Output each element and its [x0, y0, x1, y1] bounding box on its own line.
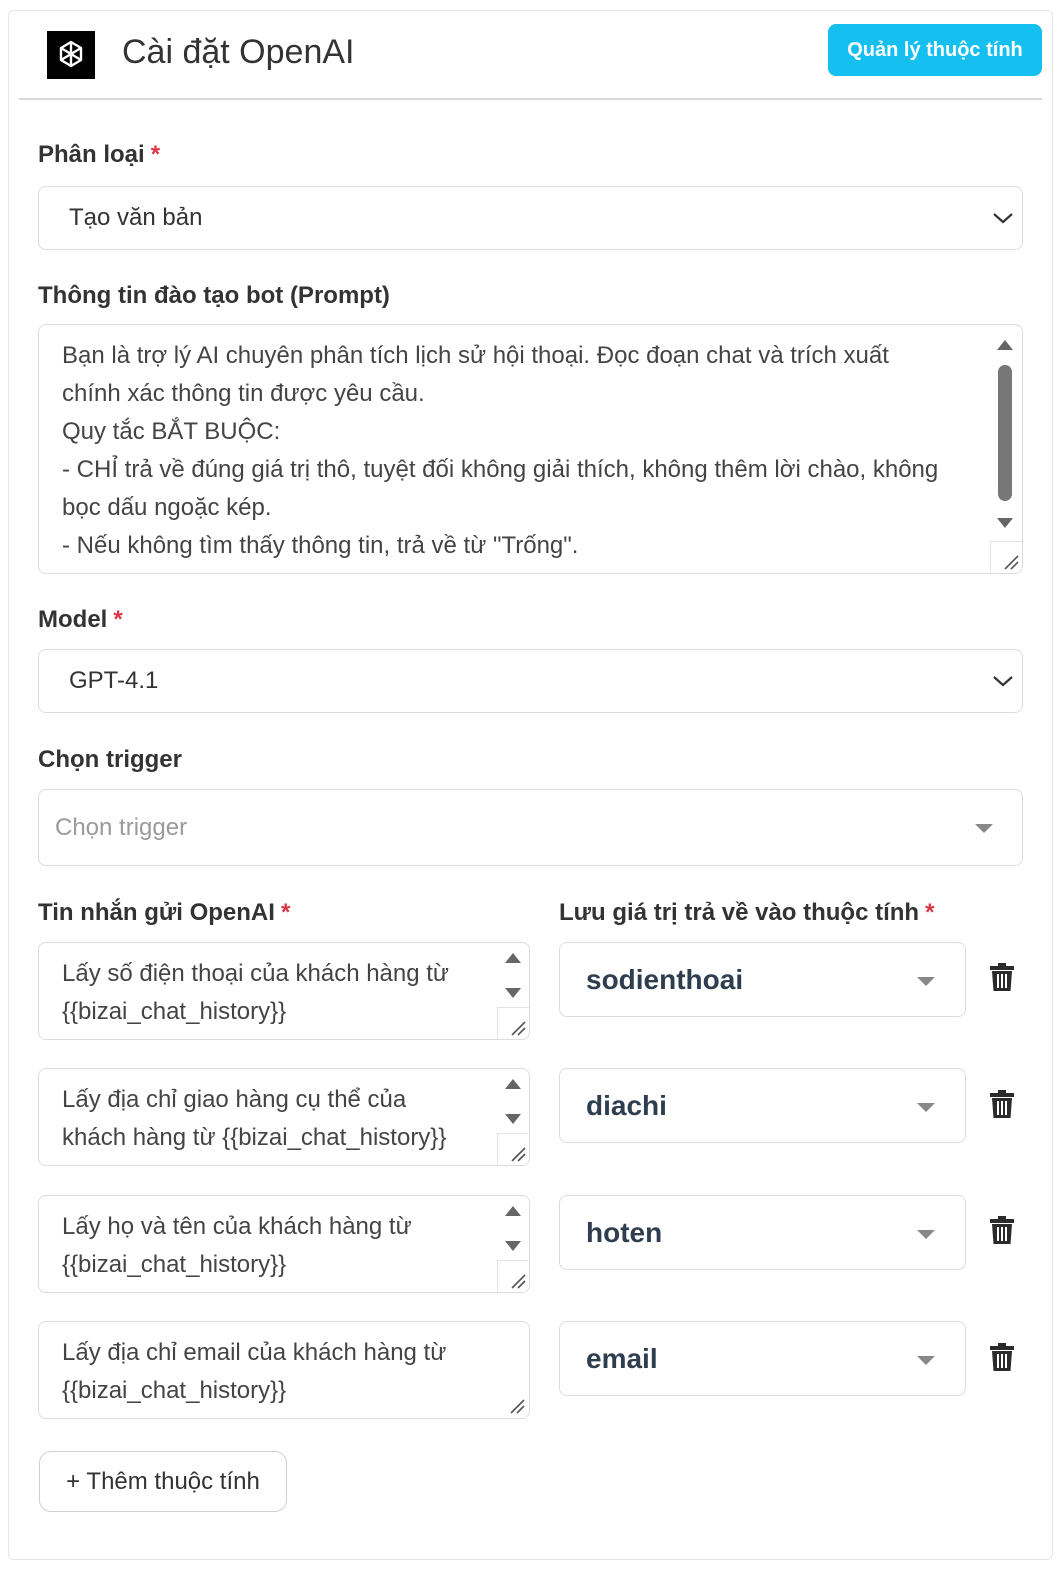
attribute-selected-value: diachi [586, 1089, 667, 1121]
prompt-text: Bạn là trợ lý AI chuyên phân tích lịch s… [62, 342, 939, 559]
caret-down-icon [975, 824, 993, 833]
message-textarea[interactable]: Lấy số điện thoại của khách hàng từ {{bi… [38, 942, 530, 1040]
resize-handle-icon[interactable] [497, 1007, 529, 1039]
trash-icon[interactable] [989, 1089, 1015, 1119]
message-text: Lấy họ và tên của khách hàng từ {{bizai_… [62, 1213, 412, 1278]
attribute-selected-value: hoten [586, 1216, 663, 1248]
message-text: Lấy số điện thoại của khách hàng từ {{bi… [62, 960, 449, 1025]
add-attribute-button[interactable]: + Thêm thuộc tính [39, 1451, 287, 1512]
model-label-text: Model [38, 606, 108, 633]
message-textarea[interactable]: Lấy địa chỉ giao hàng cụ thể của khách h… [38, 1068, 530, 1166]
attribute-select[interactable]: email [559, 1321, 966, 1396]
scroll-up-arrow-icon[interactable] [505, 1206, 521, 1216]
resize-handle-icon[interactable] [497, 1386, 529, 1418]
required-mark: * [150, 141, 161, 168]
scroll-down-arrow-icon[interactable] [505, 1114, 521, 1124]
category-label-text: Phân loại [38, 141, 145, 168]
scroll-down-arrow-icon[interactable] [997, 518, 1013, 528]
scroll-up-arrow-icon[interactable] [505, 1079, 521, 1089]
required-mark: * [925, 899, 935, 926]
chevron-down-icon [993, 676, 1013, 687]
manage-attributes-button[interactable]: Quản lý thuộc tính [828, 24, 1042, 76]
trash-icon[interactable] [989, 1215, 1015, 1245]
attribute-select[interactable]: sodienthoai [559, 942, 966, 1017]
trigger-label: Chọn trigger [38, 746, 182, 773]
message-textarea[interactable]: Lấy họ và tên của khách hàng từ {{bizai_… [38, 1195, 530, 1293]
attribute-selected-value: sodienthoai [586, 963, 744, 995]
message-column-label-text: Tin nhắn gửi OpenAI [38, 899, 275, 926]
message-text: Lấy địa chỉ email của khách hàng từ {{bi… [62, 1339, 447, 1404]
model-label: Model * [38, 606, 123, 634]
prompt-textarea[interactable]: Bạn là trợ lý AI chuyên phân tích lịch s… [38, 324, 1023, 574]
attribute-select[interactable]: diachi [559, 1068, 966, 1143]
resize-handle-icon[interactable] [497, 1133, 529, 1165]
category-label: Phân loại * [38, 141, 160, 169]
message-text: Lấy địa chỉ giao hàng cụ thể của khách h… [62, 1086, 447, 1151]
trigger-placeholder: Chọn trigger [55, 813, 188, 841]
card-header: Cài đặt OpenAI Quản lý thuộc tính [19, 11, 1042, 100]
resize-handle-icon[interactable] [497, 1260, 529, 1292]
model-selected-value: GPT-4.1 [69, 667, 159, 694]
message-column-label: Tin nhắn gửi OpenAI * [38, 899, 290, 927]
scroll-up-arrow-icon[interactable] [505, 953, 521, 963]
scroll-down-arrow-icon[interactable] [505, 988, 521, 998]
caret-down-icon [917, 1356, 935, 1365]
attribute-selected-value: email [586, 1342, 658, 1374]
attribute-column-label-text: Lưu giá trị trả về vào thuộc tính [559, 899, 920, 926]
attribute-select[interactable]: hoten [559, 1195, 966, 1270]
scroll-up-arrow-icon[interactable] [997, 340, 1013, 350]
resize-handle-icon[interactable] [990, 541, 1022, 573]
trash-icon[interactable] [989, 962, 1015, 992]
scrollbar-thumb[interactable] [998, 365, 1012, 501]
openai-logo-icon [47, 31, 95, 79]
required-mark: * [113, 606, 123, 633]
trigger-select[interactable]: Chọn trigger [38, 789, 1023, 866]
caret-down-icon [917, 977, 935, 986]
scroll-down-arrow-icon[interactable] [505, 1241, 521, 1251]
model-select[interactable]: GPT-4.1 [38, 649, 1023, 713]
category-selected-value: Tạo văn bản [69, 204, 203, 231]
trash-icon[interactable] [989, 1342, 1015, 1372]
category-select[interactable]: Tạo văn bản [38, 186, 1023, 250]
caret-down-icon [917, 1230, 935, 1239]
message-textarea[interactable]: Lấy địa chỉ email của khách hàng từ {{bi… [38, 1321, 530, 1419]
chevron-down-icon [993, 213, 1013, 224]
caret-down-icon [917, 1103, 935, 1112]
openai-settings-card: Cài đặt OpenAI Quản lý thuộc tính Phân l… [8, 10, 1053, 1560]
attribute-column-label: Lưu giá trị trả về vào thuộc tính * [559, 899, 934, 927]
page-title: Cài đặt OpenAI [122, 33, 355, 71]
prompt-label: Thông tin đào tạo bot (Prompt) [38, 282, 390, 309]
required-mark: * [280, 899, 291, 926]
